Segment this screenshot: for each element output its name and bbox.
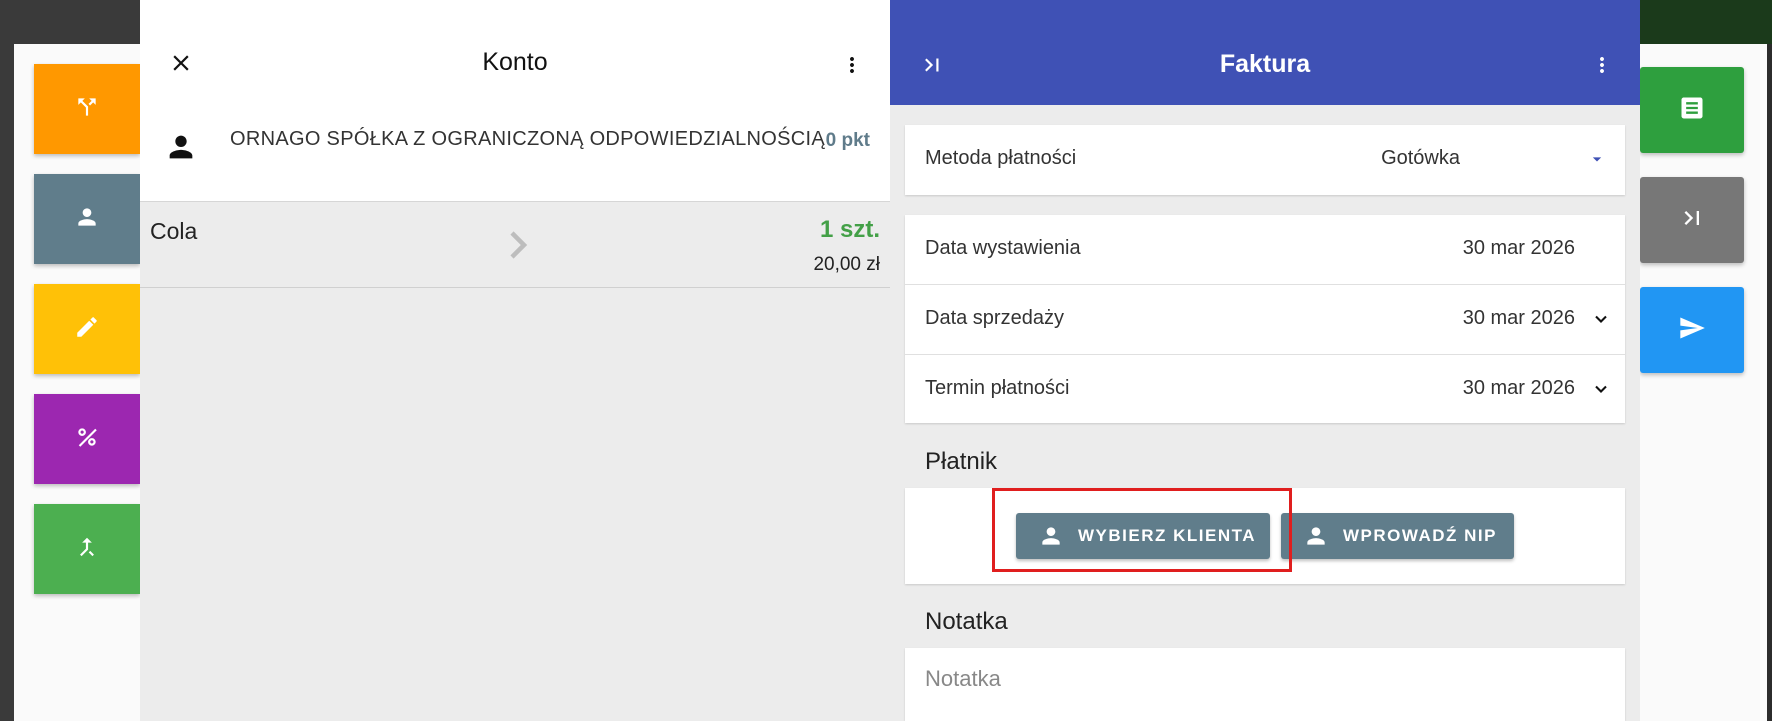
issue-date-label: Data wystawienia (925, 237, 1081, 259)
enter-nip-label: WPROWADŹ NIP (1343, 526, 1497, 545)
person-icon (74, 204, 100, 235)
dates-card: Data wystawienia 30 mar 2026 Data sprzed… (905, 215, 1625, 423)
payment-method-label: Metoda płatności (925, 147, 1077, 169)
merge-icon (74, 534, 100, 565)
pencil-icon (74, 314, 100, 345)
customer-points: 0 pkt (825, 130, 870, 151)
split-button[interactable] (34, 64, 140, 154)
issue-date-row[interactable]: Data wystawienia 30 mar 2026 (905, 215, 1625, 285)
skip-next-icon (1678, 204, 1706, 237)
sale-date-row[interactable]: Data sprzedaży 30 mar 2026 (905, 285, 1625, 355)
konto-panel: Konto ORNAGO SPÓŁKA Z OGRANICZONĄ ODPOWI… (140, 0, 891, 721)
issue-date-value: 30 mar 2026 (1462, 237, 1575, 259)
discount-button[interactable] (34, 394, 140, 484)
faktura-title: Faktura (1219, 50, 1311, 78)
customer-row[interactable]: ORNAGO SPÓŁKA Z OGRANICZONĄ ODPOWIEDZIAL… (140, 106, 890, 202)
more-vert-icon[interactable] (840, 52, 864, 78)
konto-title: Konto (482, 48, 548, 76)
note-field[interactable]: Notatka (905, 648, 1625, 721)
background-edge (1767, 44, 1772, 721)
chevron-down-icon (1595, 385, 1607, 393)
send-icon (1678, 314, 1706, 347)
send-button[interactable] (1640, 287, 1744, 373)
dropdown-arrow-icon (1592, 157, 1602, 162)
sale-date-value: 30 mar 2026 (1462, 307, 1575, 329)
chevron-down-icon (1595, 315, 1607, 323)
skip-next-button[interactable] (1640, 177, 1744, 263)
merge-button[interactable] (34, 504, 140, 594)
sale-date-label: Data sprzedaży (925, 307, 1064, 329)
chevron-right-icon (510, 231, 528, 259)
faktura-panel: Faktura Metoda płatności Gotówka Data wy… (890, 0, 1640, 721)
faktura-header: Faktura (890, 0, 1640, 105)
item-quantity: 1 szt. (819, 216, 880, 243)
edit-button[interactable] (34, 284, 140, 374)
percent-icon (74, 424, 100, 455)
person-icon (169, 135, 193, 159)
enter-nip-button[interactable]: WPROWADŹ NIP (1281, 513, 1514, 559)
payment-term-value: 30 mar 2026 (1462, 377, 1575, 399)
split-icon (74, 94, 100, 125)
receipt-icon (1678, 94, 1706, 127)
item-price: 20,00 zł (813, 254, 880, 275)
item-name: Cola (150, 218, 198, 244)
customer-button[interactable] (34, 174, 140, 264)
payment-method-value: Gotówka (1381, 147, 1460, 169)
payer-section-title: Płatnik (925, 448, 998, 475)
payment-term-label: Termin płatności (925, 377, 1070, 399)
background-strip (1640, 0, 1772, 44)
list-item[interactable]: Cola 1 szt. 20,00 zł (140, 202, 890, 288)
note-section-title: Notatka (925, 608, 1008, 635)
note-placeholder: Notatka (925, 666, 1001, 691)
person-icon (1307, 527, 1325, 545)
konto-header: Konto (140, 0, 890, 106)
more-vert-icon[interactable] (1590, 52, 1614, 78)
payment-method-select[interactable]: Metoda płatności Gotówka (905, 125, 1625, 195)
customer-name: ORNAGO SPÓŁKA Z OGRANICZONĄ ODPOWIEDZIAL… (230, 128, 826, 150)
highlight-box (992, 488, 1292, 572)
payment-term-row[interactable]: Termin płatności 30 mar 2026 (905, 355, 1625, 425)
receipt-button[interactable] (1640, 67, 1744, 153)
